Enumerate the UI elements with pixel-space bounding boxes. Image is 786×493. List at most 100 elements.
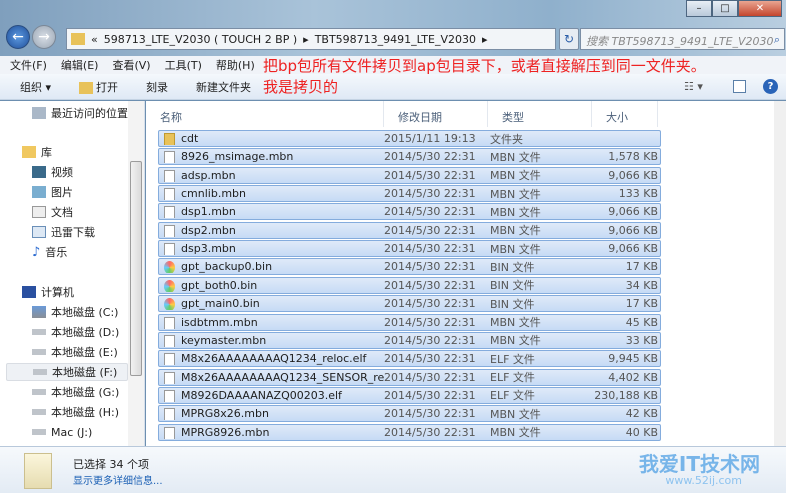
file-list-scrollbar[interactable] bbox=[774, 101, 786, 446]
file-type: MBN 文件 bbox=[490, 426, 541, 440]
file-row[interactable]: adsp.mbn 2014/5/30 22:31 MBN 文件 9,066 KB bbox=[158, 166, 661, 184]
sidebar-item-pictures[interactable]: 图片 bbox=[32, 183, 73, 201]
file-size: 40 KB bbox=[625, 425, 658, 439]
sidebar-item-drive-g[interactable]: 本地磁盘 (G:) bbox=[32, 383, 119, 401]
file-row[interactable]: cmnlib.mbn 2014/5/30 22:31 MBN 文件 133 KB bbox=[158, 185, 661, 203]
sidebar-item-library[interactable]: 库 bbox=[22, 143, 52, 161]
sidebar-scroll-thumb[interactable] bbox=[130, 161, 142, 376]
sidebar-item-downloads[interactable]: 迅雷下载 bbox=[32, 223, 95, 241]
file-row[interactable]: keymaster.mbn 2014/5/30 22:31 MBN 文件 33 … bbox=[158, 331, 661, 349]
file-row[interactable]: gpt_both0.bin 2014/5/30 22:31 BIN 文件 34 … bbox=[158, 276, 661, 294]
file-row[interactable]: M8x26AAAAAAAAQ1234_reloc.elf 2014/5/30 2… bbox=[158, 350, 661, 368]
file-icon bbox=[164, 334, 175, 347]
file-row[interactable]: isdbtmm.mbn 2014/5/30 22:31 MBN 文件 45 KB bbox=[158, 313, 661, 331]
open-button[interactable]: 打开 bbox=[79, 79, 118, 95]
sidebar-item-videos[interactable]: 视频 bbox=[32, 163, 73, 181]
file-type: ELF 文件 bbox=[490, 371, 535, 385]
file-list: 名称 修改日期 类型 大小 cdt 2015/1/11 19:13 文件夹 89… bbox=[146, 101, 786, 446]
file-row[interactable]: M8x26AAAAAAAAQ1234_SENSOR_rel... 2014/5/… bbox=[158, 368, 661, 386]
menu-view[interactable]: 查看(V) bbox=[112, 57, 150, 73]
file-date: 2014/5/30 22:31 bbox=[384, 223, 476, 237]
file-date: 2014/5/30 22:31 bbox=[384, 407, 476, 421]
file-type: MBN 文件 bbox=[490, 150, 541, 164]
maximize-button[interactable]: □ bbox=[712, 0, 738, 17]
column-type[interactable]: 类型 bbox=[488, 101, 592, 127]
back-button[interactable]: ← bbox=[6, 25, 30, 49]
breadcrumb-overflow[interactable]: « bbox=[91, 33, 98, 46]
sidebar-item-drive-c[interactable]: 本地磁盘 (C:) bbox=[32, 303, 118, 321]
system-drive-icon bbox=[32, 306, 46, 318]
file-row[interactable]: gpt_backup0.bin 2014/5/30 22:31 BIN 文件 1… bbox=[158, 258, 661, 276]
new-folder-button[interactable]: 新建文件夹 bbox=[196, 79, 251, 95]
column-size[interactable]: 大小 bbox=[592, 101, 658, 127]
show-details-link[interactable]: 显示更多详细信息... bbox=[73, 472, 163, 487]
file-size: 34 KB bbox=[625, 278, 658, 292]
file-name: M8x26AAAAAAAAQ1234_reloc.elf bbox=[159, 352, 384, 366]
navigation-pane: 最近访问的位置 库 视频 图片 文档 迅雷下载 ♪ 音乐 计算机 本地磁盘 (C:… bbox=[0, 101, 145, 446]
help-icon[interactable]: ? bbox=[763, 79, 778, 94]
menu-help[interactable]: 帮助(H) bbox=[216, 57, 255, 73]
file-row[interactable]: dsp3.mbn 2014/5/30 22:31 MBN 文件 9,066 KB bbox=[158, 240, 661, 258]
file-size: 45 KB bbox=[625, 315, 658, 329]
file-row[interactable]: dsp1.mbn 2014/5/30 22:31 MBN 文件 9,066 KB bbox=[158, 203, 661, 221]
file-row[interactable]: MPRG8926.mbn 2014/5/30 22:31 MBN 文件 40 K… bbox=[158, 423, 661, 441]
file-name: 8926_msimage.mbn bbox=[159, 150, 384, 164]
breadcrumb-current[interactable]: TBT598713_9491_LTE_V2030 bbox=[315, 33, 476, 46]
file-name: MPRG8926.mbn bbox=[159, 426, 384, 439]
column-name[interactable]: 名称 bbox=[146, 101, 384, 127]
drive-icon bbox=[32, 429, 46, 435]
file-size: 1,578 KB bbox=[608, 150, 658, 164]
column-date[interactable]: 修改日期 bbox=[384, 101, 488, 127]
search-icon[interactable]: ⌕ bbox=[774, 33, 780, 47]
sidebar-item-documents[interactable]: 文档 bbox=[32, 203, 73, 221]
file-name: M8x26AAAAAAAAQ1234_SENSOR_rel... bbox=[159, 371, 384, 384]
chevron-right-icon[interactable]: ▸ bbox=[303, 33, 309, 46]
file-date: 2014/5/30 22:31 bbox=[384, 315, 476, 329]
burn-button[interactable]: 刻录 bbox=[146, 79, 168, 95]
file-size: 9,945 KB bbox=[608, 352, 658, 366]
sidebar-item-music[interactable]: ♪ 音乐 bbox=[32, 243, 67, 261]
breadcrumb-parent[interactable]: 598713_LTE_V2030 ( TOUCH 2 BP ) bbox=[104, 33, 297, 46]
library-icon bbox=[22, 146, 36, 158]
sidebar-item-drive-f[interactable]: 本地磁盘 (F:) bbox=[6, 363, 128, 381]
file-size: 9,066 KB bbox=[608, 223, 658, 237]
file-row[interactable]: MPRG8x26.mbn 2014/5/30 22:31 MBN 文件 42 K… bbox=[158, 405, 661, 423]
close-button[interactable]: ✕ bbox=[738, 0, 782, 17]
search-input[interactable]: 搜索 TBT598713_9491_LTE_V2030 ⌕ bbox=[580, 28, 785, 50]
sidebar-item-drive-j[interactable]: Mac (J:) bbox=[32, 423, 92, 441]
organize-button[interactable]: 组织 ▾ bbox=[20, 79, 51, 95]
sidebar-item-recent[interactable]: 最近访问的位置 bbox=[32, 104, 128, 122]
file-row[interactable]: gpt_main0.bin 2014/5/30 22:31 BIN 文件 17 … bbox=[158, 295, 661, 313]
file-type: BIN 文件 bbox=[490, 279, 535, 293]
menu-edit[interactable]: 编辑(E) bbox=[61, 57, 99, 73]
recent-places-icon bbox=[32, 107, 46, 119]
drive-icon bbox=[32, 409, 46, 415]
sidebar-item-drive-e[interactable]: 本地磁盘 (E:) bbox=[32, 343, 118, 361]
computer-icon bbox=[22, 286, 36, 298]
drive-icon bbox=[33, 369, 47, 375]
chevron-right-icon[interactable]: ▸ bbox=[482, 33, 488, 46]
file-icon bbox=[164, 316, 175, 329]
sidebar-item-computer[interactable]: 计算机 bbox=[22, 283, 74, 301]
refresh-button[interactable]: ↻ bbox=[559, 28, 579, 50]
file-row[interactable]: cdt 2015/1/11 19:13 文件夹 bbox=[158, 130, 661, 147]
preview-pane-icon[interactable] bbox=[733, 80, 746, 93]
address-bar[interactable]: « 598713_LTE_V2030 ( TOUCH 2 BP ) ▸ TBT5… bbox=[66, 28, 556, 50]
menu-tools[interactable]: 工具(T) bbox=[165, 57, 202, 73]
file-type: ELF 文件 bbox=[490, 389, 535, 403]
file-date: 2014/5/30 22:31 bbox=[384, 187, 476, 201]
file-row[interactable]: 8926_msimage.mbn 2014/5/30 22:31 MBN 文件 … bbox=[158, 148, 661, 166]
file-name: dsp1.mbn bbox=[159, 205, 384, 219]
file-row[interactable]: dsp2.mbn 2014/5/30 22:31 MBN 文件 9,066 KB bbox=[158, 221, 661, 239]
file-row[interactable]: M8926DAAAANAZQ00203.elf 2014/5/30 22:31 … bbox=[158, 386, 661, 404]
video-icon bbox=[32, 166, 46, 178]
file-type: MBN 文件 bbox=[490, 205, 541, 219]
minimize-button[interactable]: – bbox=[686, 0, 712, 17]
forward-button[interactable]: → bbox=[32, 25, 56, 49]
menu-file[interactable]: 文件(F) bbox=[10, 57, 47, 73]
file-type: MBN 文件 bbox=[490, 224, 541, 238]
sidebar-item-drive-h[interactable]: 本地磁盘 (H:) bbox=[32, 403, 119, 421]
file-date: 2014/5/30 22:31 bbox=[384, 260, 476, 274]
sidebar-item-drive-d[interactable]: 本地磁盘 (D:) bbox=[32, 323, 119, 341]
folder-icon bbox=[71, 33, 85, 45]
